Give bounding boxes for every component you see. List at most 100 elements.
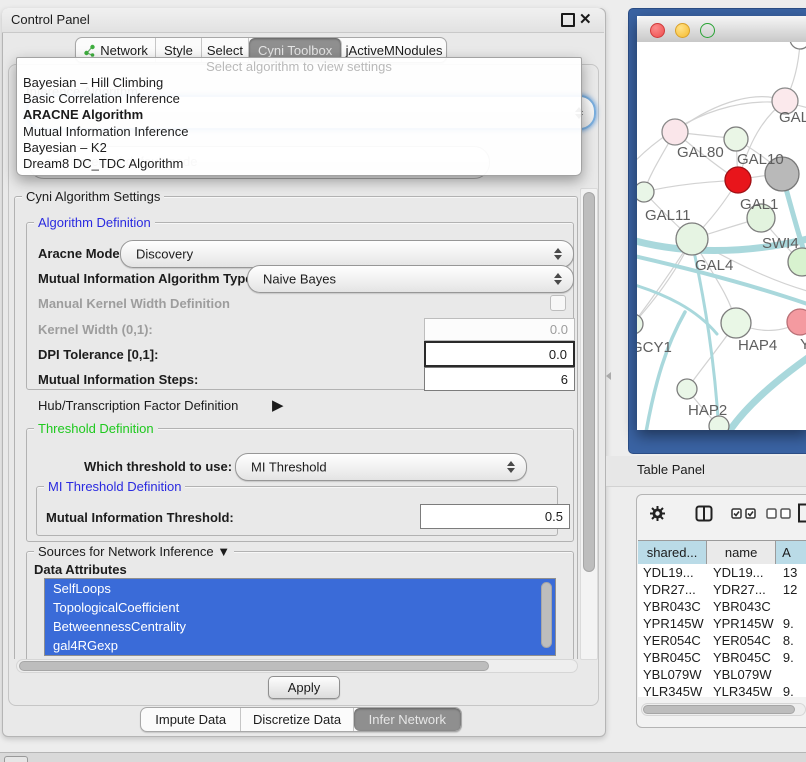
manual-kernel-width-label: Manual Kernel Width Definition: [38, 296, 230, 311]
column-header-partial[interactable]: A: [776, 541, 806, 564]
table-hscroll-thumb[interactable]: [643, 705, 795, 714]
popup-item[interactable]: Basic Correlation Inference: [17, 91, 581, 107]
mi-threshold-definition-title: MI Threshold Definition: [44, 479, 185, 494]
node-label: HAP4: [738, 337, 777, 354]
control-panel-titlebar[interactable]: Control Panel: [2, 8, 604, 33]
popup-item[interactable]: Dream8 DC_TDC Algorithm: [17, 156, 581, 172]
table-panel-titlebar[interactable]: Table Panel: [606, 456, 806, 487]
list-item[interactable]: gal4RGexp: [45, 636, 555, 655]
table-row[interactable]: YPR145WYPR145W9.: [638, 615, 806, 632]
network-node[interactable]: [724, 127, 748, 151]
tab-discretize-data[interactable]: Discretize Data: [241, 708, 353, 731]
tab-impute-data[interactable]: Impute Data: [141, 708, 241, 731]
attributes-list-scrollbar[interactable]: [541, 582, 552, 648]
sources-title: Sources for Network Inference: [38, 544, 214, 559]
select-all-checks-icon[interactable]: [731, 508, 757, 519]
mac-close-button[interactable]: [650, 23, 665, 38]
column-header-name[interactable]: name: [707, 541, 776, 564]
network-node[interactable]: [676, 223, 708, 255]
mi-threshold-label: Mutual Information Threshold:: [46, 510, 234, 525]
gear-icon[interactable]: [649, 505, 666, 522]
close-icon[interactable]: ✕: [579, 10, 592, 28]
float-window-icon[interactable]: [561, 13, 575, 27]
which-threshold-label: Which threshold to use:: [84, 459, 232, 474]
mac-minimize-button[interactable]: [675, 23, 690, 38]
table-row[interactable]: YDL19...YDL19...13: [638, 564, 806, 581]
panel-splitter-handle[interactable]: [606, 372, 611, 380]
network-node[interactable]: [787, 309, 806, 335]
bottom-dock-strip: [0, 752, 806, 762]
network-canvas[interactable]: GALGAL80GAL10GAL1GAL11SWI4GAL4GCY1HAP4YH…: [637, 42, 806, 430]
table-header: shared... name A: [638, 540, 806, 565]
mi-algorithm-type-value: Naive Bayes: [263, 272, 336, 287]
node-label: Y: [800, 336, 806, 353]
column-layout-icon[interactable]: [695, 505, 713, 522]
settings-vscroll-thumb[interactable]: [583, 192, 595, 572]
mi-threshold-field[interactable]: 0.5: [420, 504, 570, 529]
combo-arrows-icon: [507, 461, 515, 473]
collapse-down-icon[interactable]: ▼: [217, 544, 230, 559]
network-node[interactable]: [662, 119, 688, 145]
dpi-tolerance-field[interactable]: 0.0: [424, 341, 575, 367]
algorithm-definition-title: Algorithm Definition: [34, 215, 155, 230]
table-panel-box: shared... name A YDL19...YDL19...13YDR27…: [636, 494, 806, 728]
table-hscroll-track[interactable]: [641, 703, 806, 716]
manual-kernel-width-checkbox[interactable]: [550, 295, 566, 311]
kernel-width-field[interactable]: 0.0: [424, 318, 575, 341]
mi-algorithm-type-combobox[interactable]: Naive Bayes: [247, 265, 574, 293]
list-item[interactable]: TopologicalCoefficient: [45, 598, 555, 617]
hub-definition-label[interactable]: Hub/Transcription Factor Definition: [38, 398, 238, 413]
node-label: GAL4: [695, 257, 733, 274]
network-node[interactable]: [790, 42, 806, 49]
which-threshold-combobox[interactable]: MI Threshold: [235, 453, 527, 481]
settings-hscroll-track[interactable]: [16, 659, 578, 673]
aracne-mode-combobox[interactable]: Discovery: [120, 240, 574, 268]
settings-hscroll-thumb[interactable]: [19, 661, 489, 671]
node-label: GAL1: [740, 196, 778, 213]
tab-network-label: Network: [100, 43, 148, 58]
table-row[interactable]: YBR043CYBR043C: [638, 598, 806, 615]
table-body[interactable]: YDL19...YDL19...13YDR27...YDR27...12YBR0…: [638, 564, 806, 697]
column-header-shared-name[interactable]: shared...: [638, 541, 707, 564]
tab-infer-network[interactable]: Infer Network: [354, 708, 461, 731]
deselect-all-boxes-icon[interactable]: [766, 508, 792, 519]
network-graph[interactable]: GALGAL80GAL10GAL1GAL11SWI4GAL4GCY1HAP4YH…: [637, 42, 806, 430]
popup-item[interactable]: Mutual Information Inference: [17, 124, 581, 140]
dpi-tolerance-label: DPI Tolerance [0,1]:: [38, 347, 158, 362]
network-node[interactable]: [637, 314, 643, 334]
network-window-titlebar[interactable]: [637, 16, 806, 43]
network-node[interactable]: [637, 182, 654, 202]
popup-hint: Select algorithm to view settings: [17, 58, 581, 75]
combo-arrows-icon: [554, 248, 562, 260]
popup-item[interactable]: Bayesian – Hill Climbing: [17, 75, 581, 91]
mac-zoom-button[interactable]: [700, 23, 715, 38]
threshold-definition-title: Threshold Definition: [34, 421, 158, 436]
table-row[interactable]: YBL079WYBL079W: [638, 666, 806, 683]
network-node[interactable]: [788, 248, 806, 276]
popup-item-aracne[interactable]: ARACNE Algorithm: [17, 107, 581, 123]
table-row[interactable]: YBR045CYBR045C9.: [638, 649, 806, 666]
table-row[interactable]: YDR27...YDR27...12: [638, 581, 806, 598]
aracne-mode-value: Discovery: [136, 247, 193, 262]
network-node[interactable]: [721, 308, 751, 338]
expand-right-icon[interactable]: ▶: [272, 396, 284, 414]
data-attributes-list[interactable]: SelfLoops TopologicalCoefficient Between…: [44, 578, 556, 656]
network-node[interactable]: [677, 379, 697, 399]
network-node[interactable]: [725, 167, 751, 193]
apply-button[interactable]: Apply: [268, 676, 340, 699]
combo-arrows-icon: [554, 273, 562, 285]
document-icon[interactable]: [797, 503, 806, 523]
settings-vscroll-track[interactable]: [580, 188, 598, 660]
mi-steps-field[interactable]: 6: [424, 367, 575, 391]
popup-item[interactable]: Bayesian – K2: [17, 140, 581, 156]
node-label: GAL80: [677, 144, 724, 161]
data-attributes-label: Data Attributes: [34, 562, 127, 577]
kernel-width-label: Kernel Width (0,1):: [38, 322, 153, 337]
list-item[interactable]: SelfLoops: [45, 579, 555, 598]
control-panel-title: Control Panel: [11, 12, 90, 27]
table-row[interactable]: YER054CYER054C8.: [638, 632, 806, 649]
table-row[interactable]: YLR345WYLR345W9.: [638, 683, 806, 697]
bottom-dock-button[interactable]: [4, 756, 28, 762]
network-icon: [83, 44, 96, 57]
list-item[interactable]: BetweennessCentrality: [45, 617, 555, 636]
